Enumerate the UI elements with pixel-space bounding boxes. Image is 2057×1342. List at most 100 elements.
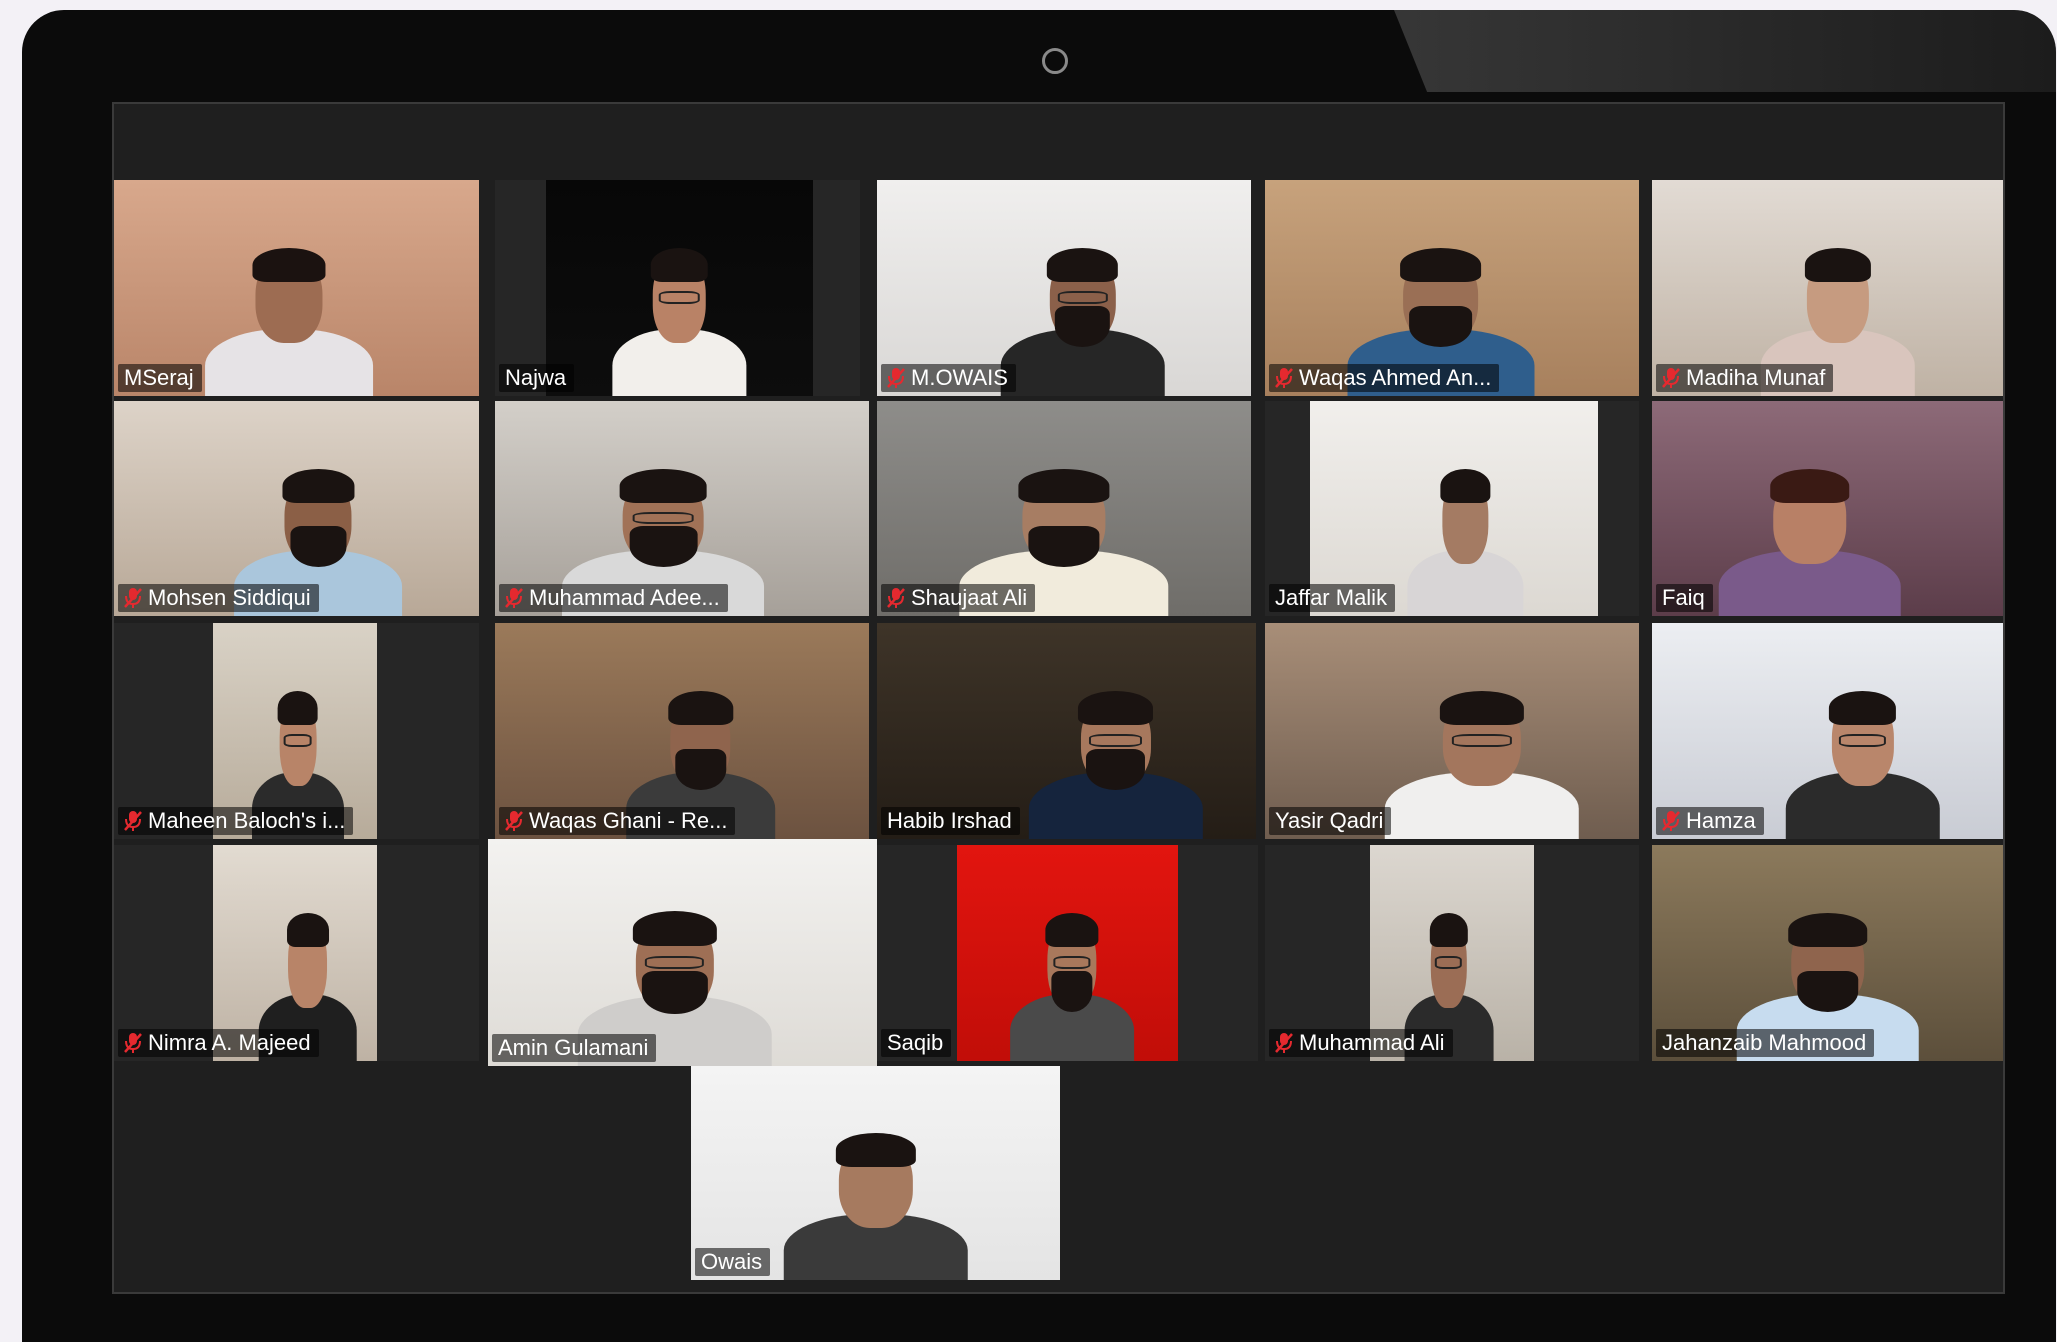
participant-name-tag: MSeraj [118, 364, 202, 392]
participant-tile[interactable]: Yasir Qadri [1265, 623, 1639, 839]
glasses-icon [1452, 734, 1512, 747]
hair-shape [1788, 913, 1867, 948]
participant-name-tag: Shaujaat Ali [881, 584, 1036, 612]
participant-tile[interactable]: M.OWAIS [877, 180, 1251, 396]
hair-shape [1078, 691, 1154, 726]
head-shape [252, 248, 326, 344]
mic-muted-icon [887, 368, 905, 388]
participant-tile[interactable]: Maheen Baloch's i... [114, 623, 479, 839]
participant-name-tag: Faiq [1656, 584, 1713, 612]
participant-tile[interactable]: Muhammad Ali [1265, 845, 1639, 1061]
participant-name-tag: Maheen Baloch's i... [118, 807, 354, 835]
participant-name-tag: Yasir Qadri [1269, 807, 1392, 835]
person-icon [1384, 679, 1580, 839]
person-icon [1028, 679, 1203, 839]
participant-name: Najwa [505, 365, 567, 390]
participant-tile[interactable]: Muhammad Adee... [495, 401, 869, 616]
glasses-icon [283, 734, 312, 747]
hair-shape [668, 691, 733, 726]
head-shape [282, 468, 355, 568]
hair-shape [835, 1133, 916, 1168]
participant-tile[interactable]: Habib Irshad [877, 623, 1256, 839]
participant-tile[interactable]: Madiha Munaf [1652, 180, 2003, 396]
participant-name: Owais [701, 1249, 763, 1274]
head-shape [1829, 691, 1896, 787]
participant-tile[interactable]: Faiq [1652, 401, 2003, 616]
participant-tile[interactable]: Mohsen Siddiqui [114, 401, 479, 616]
participant-tile[interactable]: Saqib [877, 845, 1258, 1061]
video-feed [957, 845, 1178, 1061]
participant-tile[interactable]: Waqas Ghani - Re... [495, 623, 869, 839]
participant-tile[interactable]: Waqas Ahmed An... [1265, 180, 1639, 396]
hair-shape [1400, 248, 1482, 283]
participant-name: Shaujaat Ali [911, 585, 1028, 610]
mic-muted-icon [1275, 368, 1293, 388]
participant-name: Habib Irshad [887, 808, 1012, 833]
video-feed [546, 180, 813, 396]
participant-name-tag: Amin Gulamani [492, 1034, 657, 1062]
head-shape [619, 468, 707, 568]
participant-name-tag: Jaffar Malik [1269, 584, 1396, 612]
head-shape [668, 691, 733, 790]
participant-name: Muhammad Ali [1299, 1030, 1445, 1055]
participant-tile[interactable]: Jaffar Malik [1265, 401, 1639, 616]
person-icon [205, 236, 374, 396]
participant-tile[interactable]: Jahanzaib Mahmood [1652, 845, 2003, 1061]
beard-shape [1051, 970, 1093, 1012]
hair-shape [1439, 691, 1524, 726]
participant-tile[interactable]: MSeraj [114, 180, 479, 396]
participant-tile[interactable]: Najwa [495, 180, 860, 396]
mic-muted-icon [124, 811, 142, 831]
hair-shape [1804, 248, 1872, 283]
participant-name: Waqas Ghani - Re... [529, 808, 728, 833]
head-shape [1804, 248, 1872, 344]
head-shape [1439, 691, 1524, 787]
person-icon [1785, 679, 1940, 839]
person-icon [1718, 457, 1902, 616]
head-shape [1047, 248, 1119, 347]
head-shape [632, 910, 717, 1015]
hair-shape [1045, 913, 1099, 948]
glasses-icon [659, 291, 700, 304]
mic-muted-icon [505, 588, 523, 608]
participant-tile[interactable]: Shaujaat Ali [877, 401, 1251, 616]
participant-name-tag: Muhammad Adee... [499, 584, 728, 612]
beard-shape [1055, 305, 1111, 347]
participant-tile[interactable]: Nimra A. Majeed [114, 845, 479, 1061]
mic-muted-icon [1662, 811, 1680, 831]
person-icon [783, 1122, 968, 1280]
participant-name-tag: Muhammad Ali [1269, 1029, 1453, 1057]
participant-name: Yasir Qadri [1275, 808, 1384, 833]
glasses-icon [645, 955, 705, 970]
participant-name: MSeraj [124, 365, 194, 390]
hair-shape [1018, 468, 1110, 503]
mic-muted-icon [124, 588, 142, 608]
head-shape [286, 913, 330, 1009]
participant-name-tag: Waqas Ghani - Re... [499, 807, 736, 835]
participant-name-tag: Najwa [499, 364, 575, 392]
head-shape [1788, 913, 1867, 1012]
participant-name: Faiq [1662, 585, 1705, 610]
participant-tile[interactable]: Hamza [1652, 623, 2003, 839]
glasses-icon [1089, 734, 1143, 747]
mic-muted-icon [1275, 1033, 1293, 1053]
participant-name-tag: Jahanzaib Mahmood [1656, 1029, 1875, 1057]
glasses-icon [632, 511, 694, 525]
person-icon [612, 236, 746, 396]
person-icon [1407, 457, 1523, 616]
participant-name: Hamza [1686, 808, 1756, 833]
participant-name: Muhammad Adee... [529, 585, 720, 610]
head-shape [1078, 691, 1154, 790]
participant-name: Mohsen Siddiqui [148, 585, 311, 610]
participant-tile[interactable]: Amin Gulamani [488, 839, 877, 1066]
hair-shape [278, 691, 318, 726]
participant-tile[interactable]: Owais [691, 1066, 1060, 1280]
gallery-view: MSeraj Najwa M.OWAIS Waqas Ahmed An... M… [114, 104, 2003, 1292]
hair-shape [1440, 468, 1491, 503]
laptop-frame: MSeraj Najwa M.OWAIS Waqas Ahmed An... M… [22, 10, 2056, 1342]
head-shape [1429, 913, 1468, 1009]
participant-name: Jaffar Malik [1275, 585, 1388, 610]
head-shape [1018, 468, 1110, 568]
mic-muted-icon [124, 1033, 142, 1053]
participant-name-tag: Mohsen Siddiqui [118, 584, 319, 612]
